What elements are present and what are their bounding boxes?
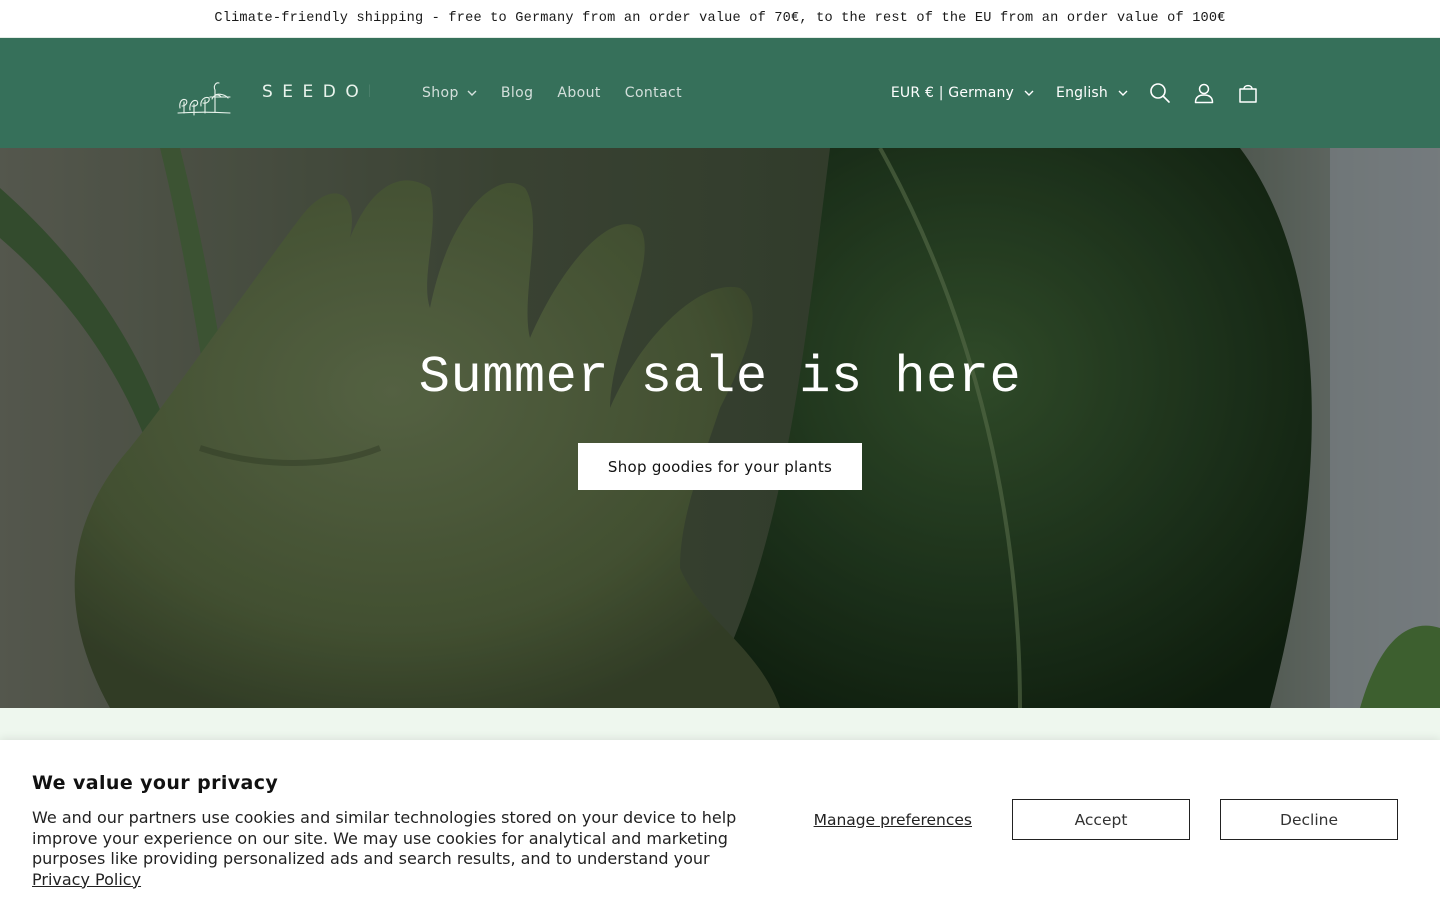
announcement-text: Climate-friendly shipping - free to Germ…	[214, 11, 1226, 26]
search-icon	[1150, 83, 1170, 103]
nav-blog[interactable]: Blog	[489, 75, 546, 111]
cart-button[interactable]	[1226, 71, 1270, 115]
language-selector[interactable]: English	[1046, 75, 1138, 111]
cookie-title: We value your privacy	[32, 772, 279, 794]
cart-icon	[1239, 84, 1257, 103]
manage-preferences-link[interactable]: Manage preferences	[814, 811, 972, 829]
announcement-bar: Climate-friendly shipping - free to Germ…	[0, 0, 1440, 38]
hero-content: Summer sale is here Shop goodies for you…	[0, 348, 1440, 490]
hero-title: Summer sale is here	[418, 348, 1022, 407]
hero-banner: Summer sale is here Shop goodies for you…	[0, 148, 1440, 708]
nav-shop[interactable]: Shop	[410, 75, 489, 111]
currency-selector-label: EUR € | Germany	[890, 85, 1015, 101]
cookie-banner: We value your privacy We and our partner…	[0, 740, 1440, 900]
account-icon	[1194, 83, 1214, 104]
site-logo[interactable]: SEEDOR	[174, 68, 370, 118]
seedor-logo-icon: SEEDOR	[177, 82, 370, 116]
decline-button[interactable]: Decline	[1220, 799, 1398, 840]
chevron-down-icon	[1118, 90, 1128, 96]
chevron-down-icon	[1024, 90, 1034, 96]
language-selector-label: English	[1056, 85, 1108, 101]
nav-about-label: About	[557, 85, 601, 101]
privacy-policy-link[interactable]: Privacy Policy	[32, 870, 141, 889]
cookie-actions: Manage preferences Accept Decline	[814, 799, 1398, 840]
cookie-body-text: We and our partners use cookies and simi…	[32, 808, 737, 868]
accept-button[interactable]: Accept	[1012, 799, 1190, 840]
cookie-text: We and our partners use cookies and simi…	[32, 808, 752, 890]
account-button[interactable]	[1182, 71, 1226, 115]
chevron-down-icon	[467, 90, 477, 96]
header-actions: EUR € | Germany English	[881, 71, 1270, 115]
logo-text: SEEDOR	[262, 82, 370, 102]
nav-about[interactable]: About	[545, 75, 612, 111]
search-button[interactable]	[1138, 71, 1182, 115]
currency-selector[interactable]: EUR € | Germany	[881, 75, 1044, 111]
shop-goodies-button[interactable]: Shop goodies for your plants	[577, 443, 863, 490]
nav-blog-label: Blog	[500, 85, 534, 101]
main-nav: Shop Blog About Contact	[410, 75, 694, 111]
site-header: SEEDOR Shop Blog About Contact EUR € | G…	[0, 38, 1440, 148]
nav-contact[interactable]: Contact	[613, 75, 694, 111]
nav-contact-label: Contact	[624, 85, 683, 101]
nav-shop-label: Shop	[422, 85, 459, 101]
